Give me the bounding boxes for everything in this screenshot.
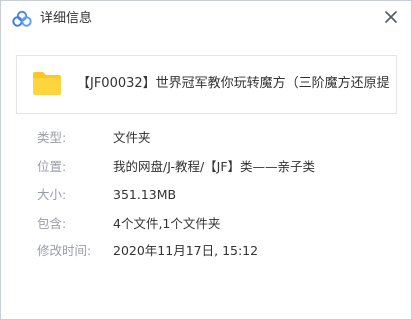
file-name: 【JF00032】世界冠军教你玩转魔方（三阶魔方还原提… — [77, 76, 391, 91]
details-dialog: 详细信息 【JF00032】世界冠军教你玩转魔方（三阶魔方还原提… 类型: 文件… — [0, 0, 412, 320]
title-bar: 详细信息 — [1, 1, 411, 35]
detail-label: 位置: — [37, 159, 67, 174]
close-icon[interactable] — [383, 9, 399, 25]
detail-label: 大小: — [37, 187, 67, 202]
detail-value: 351.13MB — [113, 187, 177, 202]
detail-value: 我的网盘/J-教程/【JF】类——亲子类 — [113, 159, 316, 174]
folder-icon — [32, 70, 62, 96]
detail-label: 类型: — [37, 130, 67, 145]
dialog-title: 详细信息 — [40, 11, 93, 26]
file-summary-card: 【JF00032】世界冠军教你玩转魔方（三阶魔方还原提… — [16, 55, 397, 114]
cloud-logo-icon — [12, 10, 32, 27]
detail-value: 文件夹 — [113, 130, 151, 145]
detail-value: 4个文件,1个文件夹 — [113, 216, 221, 231]
detail-label: 包含: — [37, 216, 67, 231]
detail-label: 修改时间: — [37, 243, 92, 258]
detail-value: 2020年11月17日, 15:12 — [113, 243, 259, 258]
